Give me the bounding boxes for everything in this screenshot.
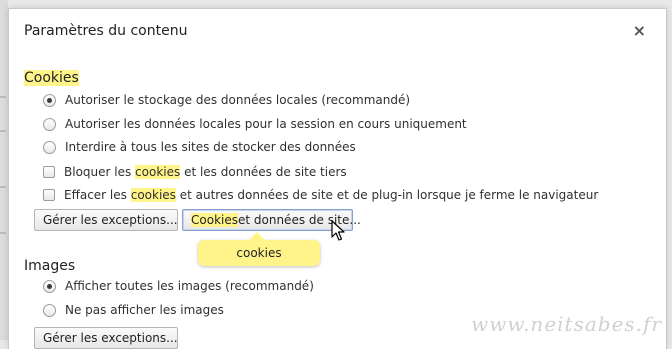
images-manage-exceptions-button[interactable]: Gérer les exceptions...	[34, 327, 178, 349]
button-highlight-text: Cookies	[191, 213, 238, 227]
cookies-heading-text: Cookies	[24, 70, 79, 86]
background-text-fragment	[0, 96, 6, 98]
watermark-text: www.neitsabes.fr	[471, 312, 662, 336]
background-text-fragment	[0, 186, 6, 188]
cookies-and-site-data-button[interactable]: Cookies et données de site...	[182, 209, 361, 231]
cookies-section-heading: Cookies	[24, 70, 79, 86]
checkbox-label: Bloquer les cookies et les données de si…	[64, 165, 347, 179]
block-third-party-cookies-checkbox-row[interactable]: Bloquer les cookies et les données de si…	[43, 163, 347, 181]
tooltip-bubble: cookies	[198, 232, 320, 266]
content-settings-dialog: Paramètres du contenu × Cookies Autorise…	[8, 8, 667, 349]
cookies-radio-block-all[interactable]: Interdire à tous les sites de stocker de…	[43, 138, 356, 156]
images-radio-show-all[interactable]: Afficher toutes les images (recommandé)	[43, 277, 314, 295]
cookies-manage-exceptions-button[interactable]: Gérer les exceptions...	[34, 209, 178, 231]
radio-button[interactable]	[43, 117, 56, 131]
checkbox[interactable]	[43, 166, 55, 178]
background-window-edge	[0, 0, 8, 340]
radio-button-checked[interactable]	[43, 279, 56, 293]
background-text-fragment	[0, 130, 6, 132]
background-text-fragment	[0, 232, 6, 234]
radio-label: Afficher toutes les images (recommandé)	[65, 279, 314, 293]
tooltip-text: cookies	[236, 246, 282, 260]
checkbox[interactable]	[43, 189, 55, 201]
cookies-radio-allow-local-data[interactable]: Autoriser le stockage des données locale…	[43, 91, 410, 109]
radio-label: Autoriser le stockage des données locale…	[65, 93, 411, 107]
radio-label: Autoriser les données locales pour la se…	[65, 117, 467, 131]
images-section-heading: Images	[24, 258, 76, 274]
dialog-title: Paramètres du contenu	[24, 23, 188, 39]
radio-button[interactable]	[43, 140, 56, 154]
radio-label: Interdire à tous les sites de stocker de…	[65, 140, 356, 154]
cookies-radio-session-only[interactable]: Autoriser les données locales pour la se…	[43, 115, 467, 133]
images-radio-hide-all[interactable]: Ne pas afficher les images	[43, 301, 224, 319]
clear-cookies-on-exit-checkbox-row[interactable]: Effacer les cookies et autres données de…	[43, 186, 598, 204]
checkbox-label: Effacer les cookies et autres données de…	[64, 188, 599, 202]
radio-label: Ne pas afficher les images	[65, 303, 224, 317]
radio-button-checked[interactable]	[43, 93, 56, 107]
mouse-pointer-icon	[331, 220, 345, 241]
radio-button[interactable]	[43, 303, 56, 317]
close-icon[interactable]: ×	[633, 21, 646, 40]
